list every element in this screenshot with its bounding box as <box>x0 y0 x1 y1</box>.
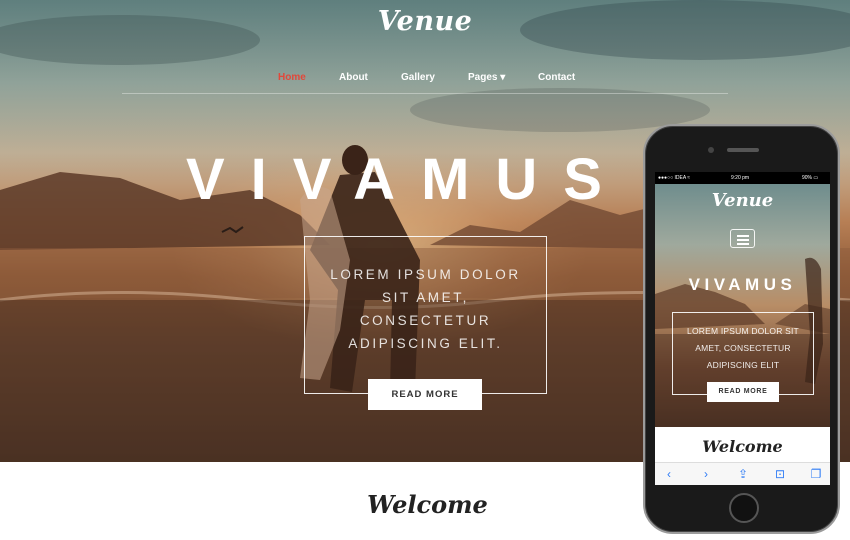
mobile-hero-title: VIVAMUS <box>688 275 797 294</box>
mobile-logo[interactable]: Venue <box>655 190 830 211</box>
nav-home[interactable]: Home <box>278 72 306 83</box>
hero-text-line: LOREM IPSUM DOLOR <box>330 267 521 282</box>
read-more-button[interactable]: READ MORE <box>368 379 482 410</box>
mobile-read-more-button[interactable]: READ MORE <box>707 382 779 402</box>
hero-text-box: LOREM IPSUM DOLOR SIT AMET, CONSECTETUR … <box>304 236 547 394</box>
nav-gallery[interactable]: Gallery <box>401 72 435 83</box>
phone-screen: ●●●○○ IDEA ≈ 9:20 pm 90% ▭ Venue VIVAMUS… <box>655 172 830 485</box>
phone-mockup: ●●●○○ IDEA ≈ 9:20 pm 90% ▭ Venue VIVAMUS… <box>643 124 840 534</box>
mobile-hero-text-line: AMET, CONSECTETUR <box>695 343 791 353</box>
nav-pages-dropdown[interactable]: Pages ▾ <box>468 72 505 83</box>
site-logo[interactable]: Venue <box>0 6 850 37</box>
phone-speaker <box>727 148 759 152</box>
phone-home-button <box>729 493 759 523</box>
nav-divider <box>122 93 728 94</box>
mobile-hero-text: LOREM IPSUM DOLOR SIT AMET, CONSECTETUR … <box>673 323 813 374</box>
bookmarks-icon[interactable]: ⊡ <box>769 463 791 485</box>
share-icon[interactable]: ⇪ <box>732 463 754 485</box>
forward-icon[interactable]: › <box>695 463 717 485</box>
nav-about[interactable]: About <box>339 72 368 83</box>
nav-contact[interactable]: Contact <box>538 72 575 83</box>
hero-text-line: ADIPISCING ELIT. <box>348 336 503 351</box>
tabs-icon[interactable]: ❐ <box>805 463 827 485</box>
back-icon[interactable]: ‹ <box>658 463 680 485</box>
phone-camera <box>708 147 714 153</box>
status-carrier: ●●●○○ IDEA ≈ <box>658 175 691 181</box>
status-bar: ●●●○○ IDEA ≈ 9:20 pm 90% ▭ <box>655 172 830 184</box>
hero-text-line: CONSECTETUR <box>359 313 492 328</box>
hero-title: VIVAMUS <box>186 147 628 212</box>
hamburger-menu-icon[interactable] <box>730 229 755 248</box>
safari-toolbar: ‹ › ⇪ ⊡ ❐ <box>655 462 830 485</box>
mobile-hero: Venue VIVAMUS LOREM IPSUM DOLOR SIT AMET… <box>655 184 830 427</box>
status-time: 9:20 pm <box>731 175 750 181</box>
main-nav: Home About Gallery Pages ▾ Contact <box>0 72 850 86</box>
status-battery: 90% ▭ <box>802 175 819 181</box>
mobile-hero-text-line: ADIPISCING ELIT <box>706 360 780 370</box>
mobile-hero-text-line: LOREM IPSUM DOLOR SIT <box>687 326 799 336</box>
hero-text-line: SIT AMET, <box>382 290 469 305</box>
hero-text: LOREM IPSUM DOLOR SIT AMET, CONSECTETUR … <box>305 263 546 355</box>
mobile-welcome-heading: Welcome <box>702 437 783 456</box>
